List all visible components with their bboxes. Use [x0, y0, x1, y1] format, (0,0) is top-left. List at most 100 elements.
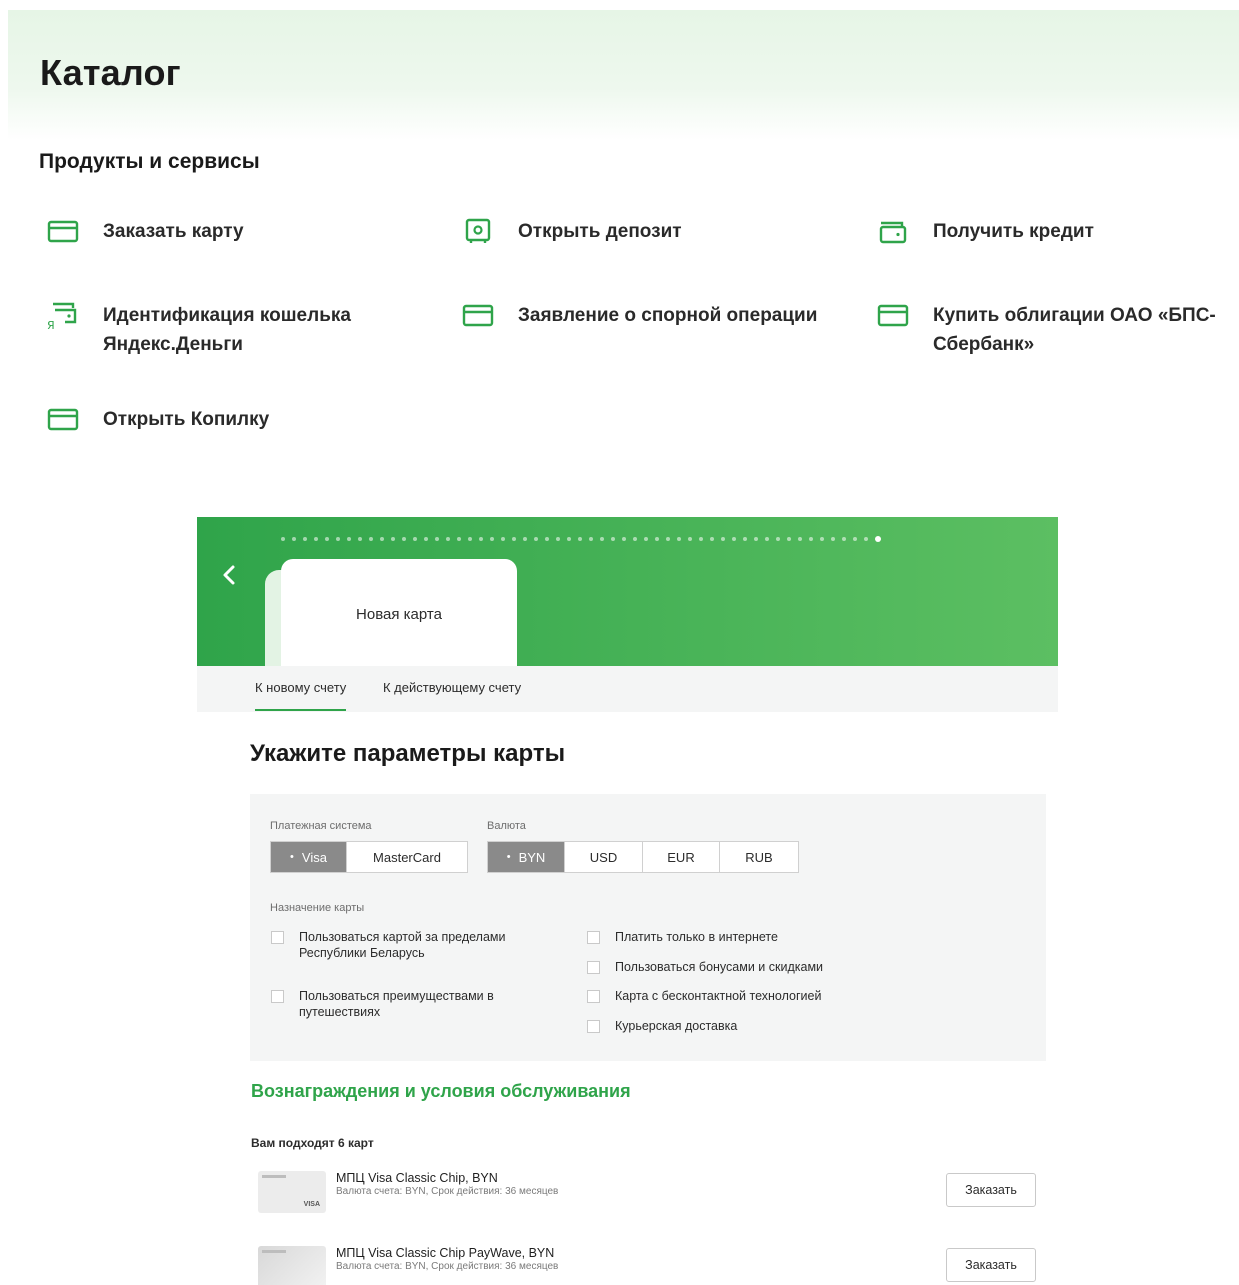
carousel-dot[interactable] [292, 537, 296, 541]
service-get-credit[interactable]: Получить кредит [877, 217, 1094, 246]
carousel-dot[interactable] [369, 537, 373, 541]
checkbox[interactable] [271, 990, 284, 1003]
card-offer-desc: Валюта счета: BYN, Срок действия: 36 мес… [336, 1186, 559, 1197]
checkbox[interactable] [587, 961, 600, 974]
service-order-card[interactable]: Заказать карту [47, 217, 244, 246]
carousel-dot[interactable] [633, 537, 637, 541]
purpose-contactless-checkbox[interactable]: Карта с бесконтактной технологией [587, 988, 821, 1004]
tab-existing-account[interactable]: К действующему счету [383, 680, 521, 695]
service-label: Идентификация кошелька Яндекс.Деньги [103, 305, 351, 355]
carousel-dot[interactable] [699, 537, 703, 541]
payment-system-selector: Visa MasterCard [270, 841, 468, 873]
carousel-dot[interactable] [380, 537, 384, 541]
carousel-dot[interactable] [435, 537, 439, 541]
carousel-dot[interactable] [743, 537, 747, 541]
checkbox[interactable] [271, 931, 284, 944]
checkbox[interactable] [587, 990, 600, 1003]
currency-rub[interactable]: RUB [720, 842, 798, 872]
carousel-dot[interactable] [402, 537, 406, 541]
carousel-dot[interactable] [820, 537, 824, 541]
carousel-dot[interactable] [523, 537, 527, 541]
carousel-dot[interactable] [787, 537, 791, 541]
carousel-dot[interactable] [611, 537, 615, 541]
carousel-dot[interactable] [765, 537, 769, 541]
order-card-button[interactable]: Заказать [946, 1248, 1036, 1282]
carousel-dot[interactable] [864, 537, 868, 541]
carousel-dot[interactable] [281, 537, 285, 541]
carousel-dot[interactable] [325, 537, 329, 541]
carousel-dot[interactable] [512, 537, 516, 541]
carousel-dot[interactable] [336, 537, 340, 541]
card-params-title: Укажите параметры карты [250, 740, 566, 767]
card-thumbnail [258, 1246, 326, 1285]
carousel-dot[interactable] [655, 537, 659, 541]
payment-system-visa[interactable]: Visa [271, 842, 347, 872]
carousel-dot[interactable] [457, 537, 461, 541]
carousel-dot[interactable] [809, 537, 813, 541]
carousel-dot-active[interactable] [875, 536, 881, 542]
carousel-back-button[interactable] [217, 561, 241, 589]
checkbox-label: Курьерская доставка [615, 1019, 738, 1033]
rewards-title: Вознаграждения и условия обслуживания [251, 1081, 631, 1101]
service-buy-bonds[interactable]: Купить облигации ОАО «БПС-Сбербанк» [877, 301, 1227, 359]
carousel-dot[interactable] [567, 537, 571, 541]
checkbox[interactable] [587, 1020, 600, 1033]
carousel-dot[interactable] [677, 537, 681, 541]
carousel-dot[interactable] [468, 537, 472, 541]
purpose-courier-checkbox[interactable]: Курьерская доставка [587, 1018, 737, 1034]
service-open-piggybank[interactable]: Открыть Копилку [47, 405, 269, 434]
carousel-dot[interactable] [391, 537, 395, 541]
carousel-dot[interactable] [644, 537, 648, 541]
currency-byn[interactable]: BYN [488, 842, 565, 872]
carousel-dot[interactable] [578, 537, 582, 541]
carousel-dot[interactable] [358, 537, 362, 541]
carousel-dot[interactable] [413, 537, 417, 541]
currency-eur[interactable]: EUR [643, 842, 720, 872]
carousel-dot[interactable] [732, 537, 736, 541]
tab-new-account[interactable]: К новому счету [255, 680, 347, 711]
card-carousel-banner: Новая карта [197, 517, 1058, 666]
carousel-dot[interactable] [556, 537, 560, 541]
service-open-deposit[interactable]: Открыть депозит [462, 217, 682, 246]
purpose-abroad-checkbox[interactable]: Пользоваться картой за пределами Республ… [271, 929, 551, 961]
carousel-dot[interactable] [501, 537, 505, 541]
carousel-dot[interactable] [754, 537, 758, 541]
currency-usd[interactable]: USD [565, 842, 643, 872]
carousel-dot[interactable] [853, 537, 857, 541]
purpose-internet-checkbox[interactable]: Платить только в интернете [587, 929, 778, 945]
service-dispute-claim[interactable]: Заявление о спорной операции [462, 301, 817, 330]
order-card-button[interactable]: Заказать [946, 1173, 1036, 1207]
carousel-dot[interactable] [303, 537, 307, 541]
service-yandex-wallet-id[interactable]: Я Идентификация кошелька Яндекс.Деньги [47, 301, 427, 359]
checkbox-label: Пользоваться картой за пределами Республ… [299, 930, 506, 960]
new-card-tile[interactable]: Новая карта [281, 559, 517, 666]
carousel-dot[interactable] [347, 537, 351, 541]
carousel-dot[interactable] [589, 537, 593, 541]
carousel-dot[interactable] [600, 537, 604, 541]
carousel-dot[interactable] [831, 537, 835, 541]
card-icon [462, 301, 494, 329]
carousel-dot[interactable] [776, 537, 780, 541]
carousel-dot[interactable] [622, 537, 626, 541]
purpose-travel-checkbox[interactable]: Пользоваться преимуществами в путешестви… [271, 988, 551, 1020]
service-label: Купить облигации ОАО «БПС-Сбербанк» [933, 305, 1216, 355]
carousel-dot[interactable] [721, 537, 725, 541]
checkbox[interactable] [587, 931, 600, 944]
payment-system-mastercard[interactable]: MasterCard [347, 842, 467, 872]
purpose-bonuses-checkbox[interactable]: Пользоваться бонусами и скидками [587, 959, 823, 975]
carousel-dot[interactable] [545, 537, 549, 541]
carousel-dot[interactable] [479, 537, 483, 541]
carousel-dot[interactable] [666, 537, 670, 541]
carousel-dot[interactable] [842, 537, 846, 541]
carousel-dot[interactable] [710, 537, 714, 541]
carousel-dot[interactable] [798, 537, 802, 541]
carousel-dot[interactable] [534, 537, 538, 541]
carousel-dot[interactable] [490, 537, 494, 541]
payment-system-label: Платежная система [270, 820, 372, 832]
carousel-dot[interactable] [446, 537, 450, 541]
carousel-dot[interactable] [314, 537, 318, 541]
carousel-dot[interactable] [424, 537, 428, 541]
card-offer-name: МПЦ Visa Classic Chip, BYN [336, 1171, 498, 1185]
carousel-dot[interactable] [688, 537, 692, 541]
wallet-icon [877, 217, 909, 245]
